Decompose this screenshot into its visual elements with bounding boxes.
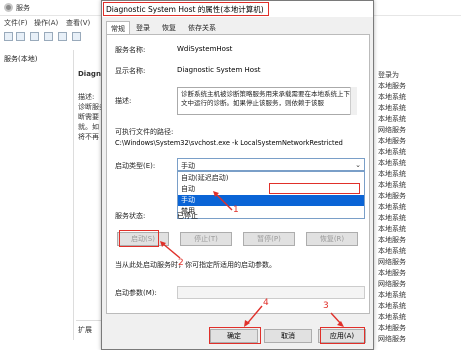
annotation-number-2: 2 bbox=[178, 258, 184, 268]
annotation-number-3: 3 bbox=[323, 301, 329, 311]
arrow-1 bbox=[214, 192, 233, 211]
arrow-2 bbox=[161, 242, 181, 259]
annotation-arrows bbox=[160, 191, 344, 327]
annotation-number-1: 1 bbox=[233, 205, 239, 215]
annotation-number-4: 4 bbox=[263, 298, 269, 308]
